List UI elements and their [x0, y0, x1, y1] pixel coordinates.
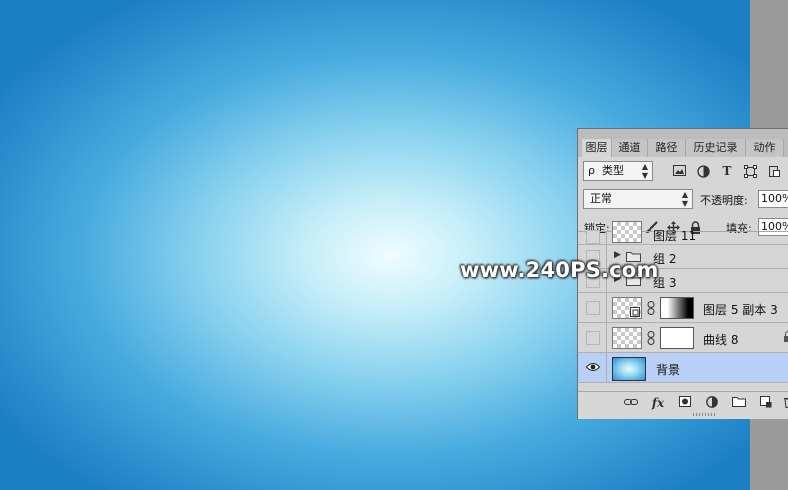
tab-channels[interactable]: 通道: [612, 139, 648, 157]
filter-row: ρ 类型 ▲ ▼ T: [578, 157, 788, 185]
image-filter-icon[interactable]: [672, 165, 686, 179]
layer-name: 图层 11: [653, 229, 697, 243]
link-icon[interactable]: [647, 301, 655, 318]
tab-paths[interactable]: 路径: [648, 139, 686, 157]
layer-mask-thumbnail[interactable]: [660, 327, 694, 349]
visibility-toggle[interactable]: [586, 230, 600, 244]
link-icon[interactable]: [624, 396, 638, 410]
visibility-toggle[interactable]: [586, 301, 600, 315]
layer-row[interactable]: 曲线 8: [578, 323, 788, 353]
filter-kind-select[interactable]: ρ 类型 ▲ ▼: [583, 161, 653, 181]
watermark: www.240PS.com: [460, 258, 659, 282]
smart-object-badge-icon: [630, 307, 640, 317]
filter-kind-label: 类型: [602, 164, 624, 177]
select-arrows-icon: ▲ ▼: [641, 162, 648, 180]
tab-layers[interactable]: 图层: [582, 139, 612, 157]
layers-bottom-toolbar: fx: [578, 391, 788, 414]
visibility-separator: [606, 232, 607, 244]
eye-icon[interactable]: [585, 361, 601, 376]
adjustment-filter-icon[interactable]: [696, 165, 710, 179]
background-thumbnail: [612, 357, 646, 381]
layer-name: 图层 5 副本 3: [703, 303, 778, 317]
panel-tabs: 图层 通道 路径 历史记录 动作: [578, 129, 788, 157]
visibility-separator: [606, 323, 607, 352]
select-arrows-icon: ▲ ▼: [681, 190, 688, 208]
layer-row[interactable]: 图层 5 副本 3: [578, 293, 788, 323]
shape-filter-icon[interactable]: [743, 165, 757, 179]
layer-row-selected[interactable]: 背景: [578, 353, 788, 383]
visibility-separator: [606, 353, 607, 382]
layer-thumbnail: [612, 221, 642, 243]
visibility-separator: [606, 293, 607, 322]
resize-grip[interactable]: [693, 413, 715, 416]
layer-thumbnail[interactable]: [612, 297, 642, 319]
blend-mode-value: 正常: [590, 192, 612, 205]
layer-thumbnail: [612, 327, 642, 349]
opacity-label: 不透明度:: [700, 194, 748, 207]
blend-mode-select[interactable]: 正常 ▲ ▼: [583, 189, 693, 209]
opacity-input[interactable]: 100%: [758, 190, 788, 208]
layer-name: 曲线 8: [703, 333, 739, 347]
adjustment-icon[interactable]: [705, 396, 719, 411]
type-filter-icon[interactable]: T: [720, 164, 734, 178]
lock-badge-icon: [784, 331, 788, 345]
visibility-toggle[interactable]: [586, 331, 600, 345]
folder-icon[interactable]: [732, 396, 746, 410]
link-icon[interactable]: [647, 331, 655, 348]
search-icon: ρ: [588, 164, 595, 177]
smart-object-filter-icon[interactable]: [767, 165, 781, 179]
layers-list: 图层 11 ▶ 组 2 ▶ 组 3 图层 5 副本 3 曲线 8 背景: [578, 221, 788, 392]
layer-name: 背景: [656, 363, 681, 377]
mask-icon[interactable]: [678, 396, 692, 410]
new-layer-icon[interactable]: [759, 396, 773, 411]
tab-history[interactable]: 历史记录: [686, 139, 746, 157]
layer-mask-thumbnail[interactable]: [660, 297, 694, 319]
tab-actions[interactable]: 动作: [746, 139, 784, 157]
layer-row[interactable]: 图层 11: [578, 221, 788, 245]
trash-icon[interactable]: [782, 396, 788, 411]
fx-icon[interactable]: fx: [651, 396, 665, 410]
